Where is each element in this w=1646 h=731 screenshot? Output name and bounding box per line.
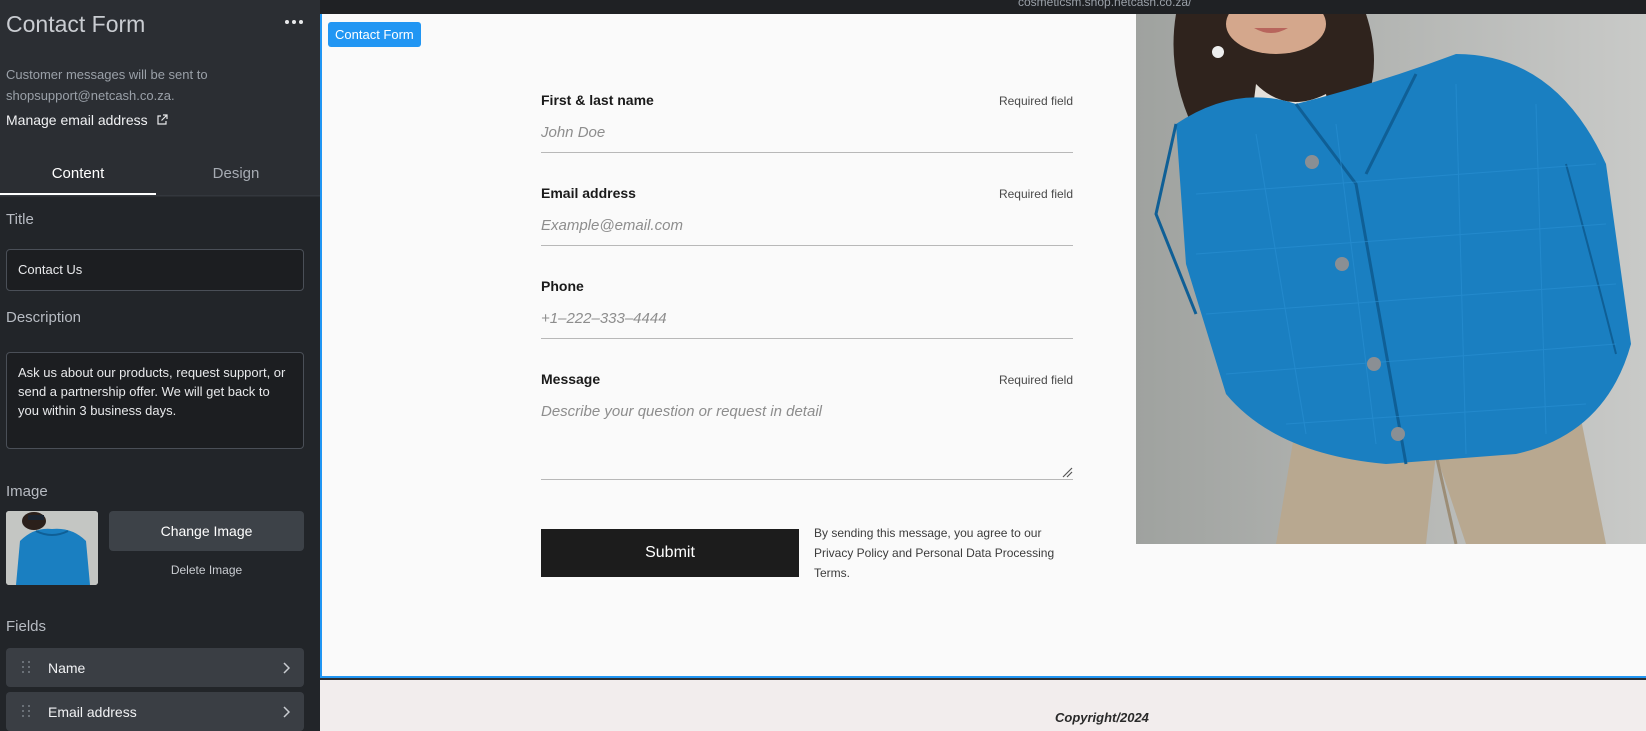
more-icon[interactable] xyxy=(282,14,306,30)
field-label: First & last name xyxy=(541,92,654,108)
image-thumbnail[interactable] xyxy=(6,511,98,585)
editor-sidebar: Contact Form Customer messages will be s… xyxy=(0,0,320,731)
submit-button[interactable]: Submit xyxy=(541,529,799,577)
field-item-label: Name xyxy=(48,659,86,676)
title-section-label: Title xyxy=(6,211,34,228)
fields-section-label: Fields xyxy=(6,618,47,635)
thumbnail-jacket-picture xyxy=(6,511,98,585)
name-input[interactable]: John Doe xyxy=(541,124,605,141)
field-label: Message xyxy=(541,371,601,387)
terms-notice: By sending this message, you agree to ou… xyxy=(814,526,1055,580)
image-section-label: Image xyxy=(6,483,48,500)
sidebar-header: Contact Form xyxy=(6,8,306,40)
block-badge[interactable]: Contact Form xyxy=(328,22,421,47)
sidebar-title: Contact Form xyxy=(6,11,146,37)
change-image-button[interactable]: Change Image xyxy=(109,511,304,551)
preview-topbar: cosmeticsm.shop.netcash.co.za/ xyxy=(320,0,1646,14)
field-item-name[interactable]: Name xyxy=(6,648,304,687)
page-footer: Copyright/2024 xyxy=(320,680,1646,731)
tab-design[interactable]: Design xyxy=(156,156,316,195)
phone-input[interactable]: +1–222–333–4444 xyxy=(541,310,667,327)
field-label: Phone xyxy=(541,278,584,294)
field-underline xyxy=(541,245,1073,246)
tab-content[interactable]: Content xyxy=(0,156,156,195)
chevron-right-icon xyxy=(283,661,290,674)
content-panel: Title Contact Us Description Ask us abou… xyxy=(0,197,320,731)
drag-handle-icon[interactable] xyxy=(22,704,32,719)
model-photo xyxy=(1136,14,1646,544)
copyright-text: Copyright/2024 xyxy=(1055,710,1149,725)
email-note: Customer messages will be sent to shopsu… xyxy=(6,67,208,103)
title-input[interactable]: Contact Us xyxy=(6,249,304,291)
contact-form-block[interactable]: Contact Form First & last name Required … xyxy=(320,14,1646,678)
required-note: Required field xyxy=(998,373,1073,387)
manage-email-link[interactable]: Manage email address xyxy=(6,112,168,128)
email-input[interactable]: Example@email.com xyxy=(541,217,683,234)
field-label: Email address xyxy=(541,185,636,201)
manage-email-label: Manage email address xyxy=(6,112,148,128)
external-link-icon xyxy=(157,114,168,125)
site-url: cosmeticsm.shop.netcash.co.za/ xyxy=(1018,0,1192,9)
field-underline xyxy=(541,152,1073,153)
chevron-right-icon xyxy=(283,705,290,718)
description-section-label: Description xyxy=(6,309,82,326)
required-note: Required field xyxy=(998,187,1073,201)
field-underline xyxy=(541,479,1073,480)
delete-image-button[interactable]: Delete Image xyxy=(109,559,304,581)
field-underline xyxy=(541,338,1073,339)
field-item-label: Email address xyxy=(48,703,137,720)
jacket-model-picture xyxy=(1136,14,1646,544)
required-note: Required field xyxy=(998,94,1073,108)
sidebar-tabs: Content Design xyxy=(0,156,320,196)
field-item-email[interactable]: Email address xyxy=(6,692,304,731)
message-textarea[interactable]: Describe your question or request in det… xyxy=(541,403,822,420)
drag-handle-icon[interactable] xyxy=(22,660,32,675)
resize-handle-icon[interactable] xyxy=(1061,466,1073,478)
description-textarea[interactable]: Ask us about our products, request suppo… xyxy=(6,352,304,449)
